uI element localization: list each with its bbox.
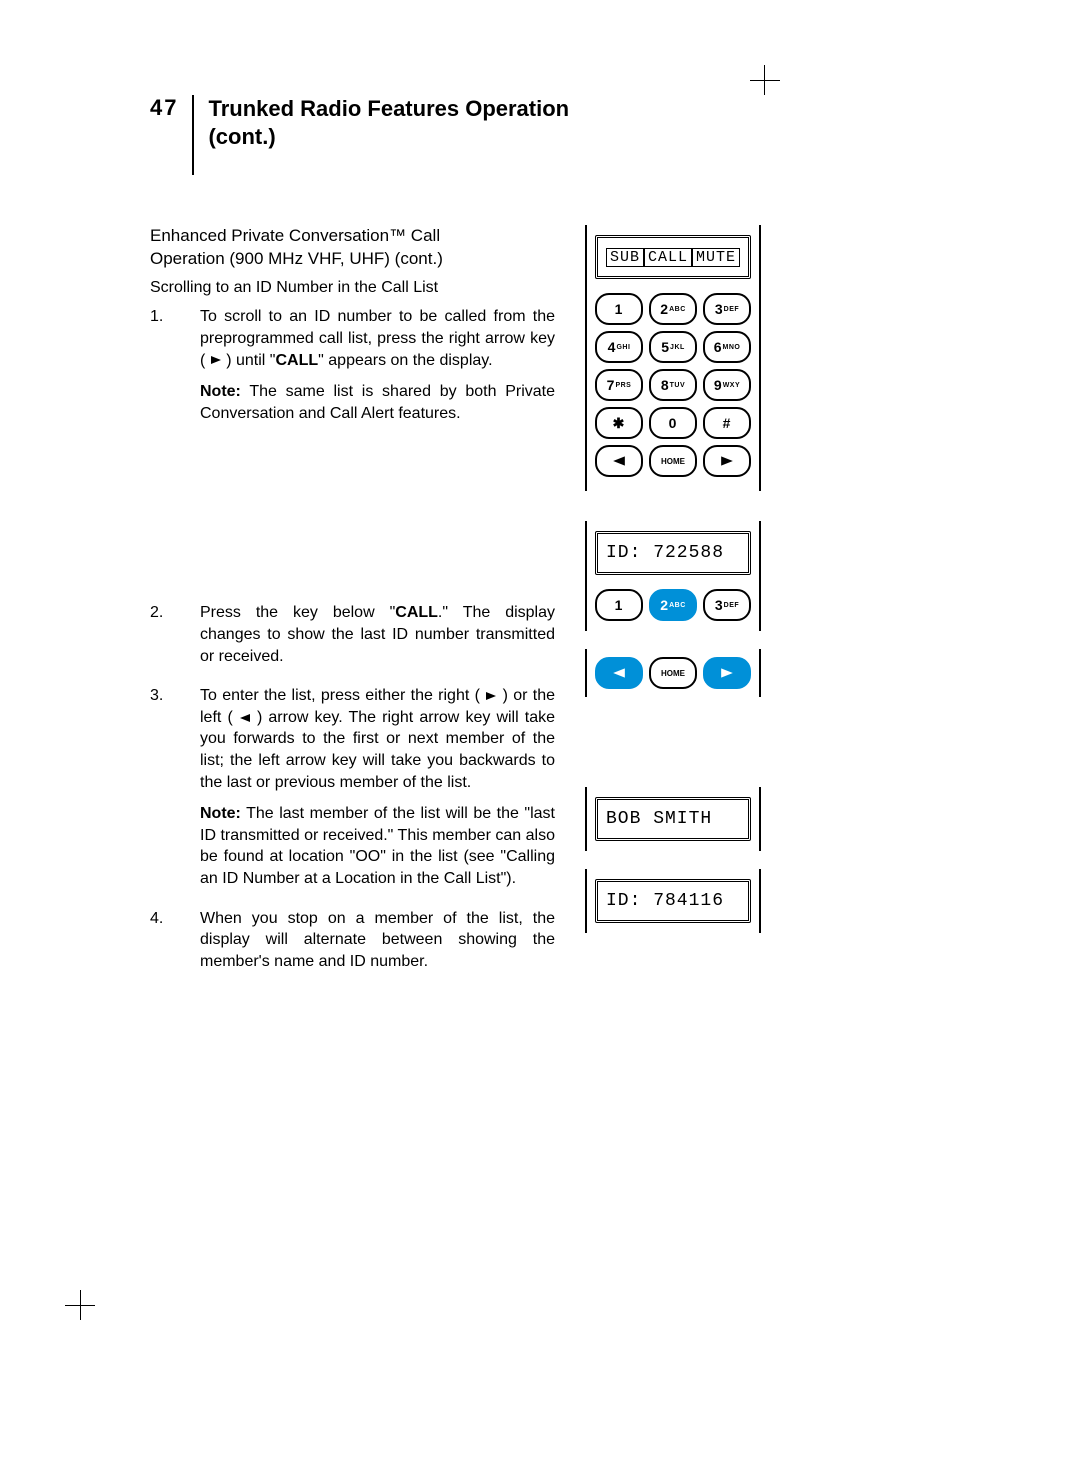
softkey-sub: SUB (606, 248, 644, 267)
radio-figure-2: ID: 722588 1 2ABC 3DEF (585, 521, 761, 697)
radio-figure-4: ID: 784116 (585, 869, 761, 933)
key-9[interactable]: 9WXY (703, 369, 751, 401)
step-1: To scroll to an ID number to be called f… (150, 306, 555, 424)
lcd-name: BOB SMITH (595, 797, 751, 841)
step-1-note: Note: The same list is shared by both Pr… (200, 381, 555, 424)
page-number: 47 (150, 95, 192, 121)
key-right-arrow-highlighted[interactable] (703, 657, 751, 689)
step-2: Press the key below "CALL." The display … (150, 602, 555, 667)
step-3-note: Note: The last member of the list will b… (200, 803, 555, 889)
lcd-id-1: ID: 722588 (595, 531, 751, 575)
key-left-arrow[interactable] (595, 445, 643, 477)
key-2-highlighted[interactable]: 2ABC (649, 589, 697, 621)
left-arrow-icon (612, 455, 626, 467)
key-4[interactable]: 4GHI (595, 331, 643, 363)
key-1[interactable]: 1 (595, 293, 643, 325)
key-1[interactable]: 1 (595, 589, 643, 621)
procedure-heading: Scrolling to an ID Number in the Call Li… (150, 277, 555, 299)
text-column: Enhanced Private Conversation™ Call Oper… (150, 225, 555, 990)
softkey-mute: MUTE (692, 248, 740, 267)
left-arrow-icon (612, 667, 626, 679)
key-3[interactable]: 3DEF (703, 589, 751, 621)
step-4: When you stop on a member of the list, t… (150, 908, 555, 973)
key-7[interactable]: 7PRS (595, 369, 643, 401)
lcd-softkeys: SUB CALL MUTE (595, 235, 751, 279)
steps-list-cont: Press the key below "CALL." The display … (150, 602, 555, 972)
key-8[interactable]: 8TUV (649, 369, 697, 401)
crop-mark-icon (750, 65, 780, 95)
keypad-full: 1 2ABC 3DEF 4GHI 5JKL 6MNO 7PRS 8TUV (595, 293, 751, 477)
lcd-id-2: ID: 784116 (595, 879, 751, 923)
key-5[interactable]: 5JKL (649, 331, 697, 363)
page-header: 47 Trunked Radio Features Operation (con… (150, 95, 920, 175)
softkey-call: CALL (644, 248, 692, 267)
right-arrow-icon (720, 455, 734, 467)
page-title: Trunked Radio Features Operation (cont.) (208, 95, 569, 150)
header-divider (192, 95, 194, 175)
key-right-arrow[interactable] (703, 445, 751, 477)
figure-column: SUB CALL MUTE 1 2ABC 3DEF 4GHI 5JKL (585, 225, 761, 990)
radio-figure-3: BOB SMITH (585, 787, 761, 851)
key-0[interactable]: 0 (649, 407, 697, 439)
right-arrow-icon (210, 355, 222, 365)
right-arrow-icon (720, 667, 734, 679)
key-3[interactable]: 3DEF (703, 293, 751, 325)
title-line-2: (cont.) (208, 124, 275, 149)
key-2[interactable]: 2ABC (649, 293, 697, 325)
radio-figure-1: SUB CALL MUTE 1 2ABC 3DEF 4GHI 5JKL (585, 225, 761, 491)
key-home[interactable]: HOME (649, 445, 697, 477)
crop-mark-icon (65, 1290, 95, 1320)
right-arrow-icon (485, 691, 497, 701)
key-6[interactable]: 6MNO (703, 331, 751, 363)
steps-list: To scroll to an ID number to be called f… (150, 306, 555, 424)
section-subtitle: Enhanced Private Conversation™ Call Oper… (150, 225, 555, 271)
left-arrow-icon (239, 713, 251, 723)
key-left-arrow-highlighted[interactable] (595, 657, 643, 689)
key-home[interactable]: HOME (649, 657, 697, 689)
manual-page: 47 Trunked Radio Features Operation (con… (0, 0, 1080, 1465)
key-pound[interactable]: # (703, 407, 751, 439)
step-3: To enter the list, press either the righ… (150, 685, 555, 889)
key-star[interactable]: ✱ (595, 407, 643, 439)
title-line-1: Trunked Radio Features Operation (208, 96, 569, 121)
